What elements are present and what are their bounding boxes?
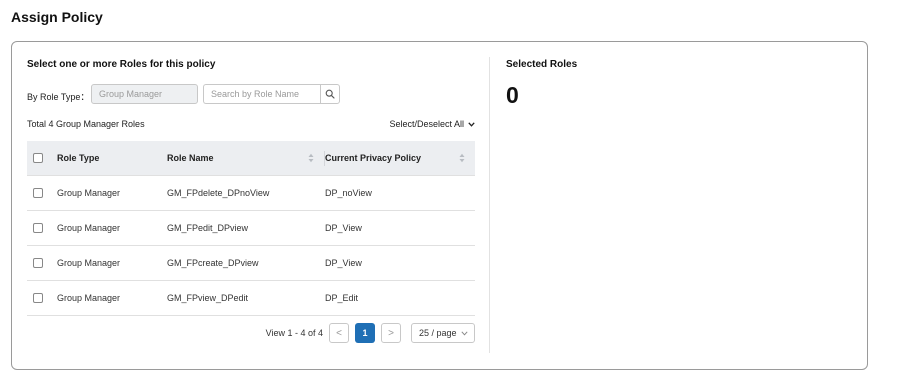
page-size-value: 25 / page <box>419 328 457 338</box>
table-row[interactable]: Group Manager GM_FPdelete_DPnoView DP_no… <box>27 176 475 211</box>
pagination-range-text: View 1 - 4 of 4 <box>265 328 323 338</box>
total-roles-text: Total 4 Group Manager Roles <box>27 119 145 129</box>
chevron-down-icon <box>461 330 468 336</box>
privacy-policy-cell: DP_View <box>325 258 362 268</box>
selected-roles-count: 0 <box>506 82 519 108</box>
sort-icon[interactable] <box>308 153 314 163</box>
role-search <box>203 84 340 104</box>
assign-policy-panel: Select one or more Roles for this policy… <box>11 41 868 370</box>
role-type-filter-label: By Role Type： <box>27 92 90 102</box>
role-name-cell: GM_FPdelete_DPnoView <box>167 188 270 198</box>
roles-table: Role Type Role Name Current Privacy Poli… <box>27 141 475 316</box>
table-row[interactable]: Group Manager GM_FPcreate_DPview DP_View <box>27 246 475 281</box>
select-all-checkbox[interactable] <box>33 153 43 163</box>
select-deselect-all-dropdown[interactable]: Select/Deselect All <box>389 119 475 129</box>
search-button[interactable] <box>320 84 340 104</box>
role-name-cell: GM_FPedit_DPview <box>167 223 249 233</box>
page-number-button[interactable]: 1 <box>355 323 375 343</box>
chevron-right-icon: > <box>388 327 394 339</box>
chevron-left-icon: < <box>336 327 342 339</box>
sort-icon[interactable] <box>459 153 465 163</box>
privacy-policy-cell: DP_View <box>325 223 362 233</box>
chevron-down-icon <box>468 121 475 127</box>
column-header-current-privacy-policy[interactable]: Current Privacy Policy <box>325 153 421 163</box>
row-checkbox[interactable] <box>33 188 43 198</box>
column-header-role-type: Role Type <box>57 153 100 163</box>
row-checkbox[interactable] <box>33 293 43 303</box>
row-checkbox[interactable] <box>33 258 43 268</box>
section-divider <box>489 57 490 353</box>
row-checkbox[interactable] <box>33 223 43 233</box>
table-row[interactable]: Group Manager GM_FPedit_DPview DP_View <box>27 211 475 246</box>
prev-page-button[interactable]: < <box>329 323 349 343</box>
privacy-policy-cell: DP_Edit <box>325 293 359 303</box>
role-type-cell: Group Manager <box>57 223 121 233</box>
select-deselect-all-label: Select/Deselect All <box>389 119 464 129</box>
role-type-cell: Group Manager <box>57 258 121 268</box>
privacy-policy-cell: DP_noView <box>325 188 372 198</box>
next-page-button[interactable]: > <box>381 323 401 343</box>
column-header-role-name[interactable]: Role Name <box>167 153 214 163</box>
page-size-select[interactable]: 25 / page <box>411 323 475 343</box>
role-name-cell: GM_FPcreate_DPview <box>167 258 259 268</box>
role-type-cell: Group Manager <box>57 188 121 198</box>
selected-roles-title: Selected Roles <box>506 59 578 70</box>
role-name-cell: GM_FPview_DPedit <box>167 293 249 303</box>
role-selection-title: Select one or more Roles for this policy <box>27 59 216 70</box>
table-row[interactable]: Group Manager GM_FPview_DPedit DP_Edit <box>27 281 475 316</box>
role-selection-section: Select one or more Roles for this policy… <box>27 42 475 369</box>
role-type-field: Group Manager <box>91 84 198 104</box>
pagination: View 1 - 4 of 4 < 1 > 25 / page <box>266 323 475 343</box>
role-name-search-input[interactable] <box>203 84 320 104</box>
role-type-cell: Group Manager <box>57 293 121 303</box>
page-title: Assign Policy <box>11 9 103 25</box>
search-icon <box>325 89 335 99</box>
table-header: Role Type Role Name Current Privacy Poli… <box>27 141 475 176</box>
